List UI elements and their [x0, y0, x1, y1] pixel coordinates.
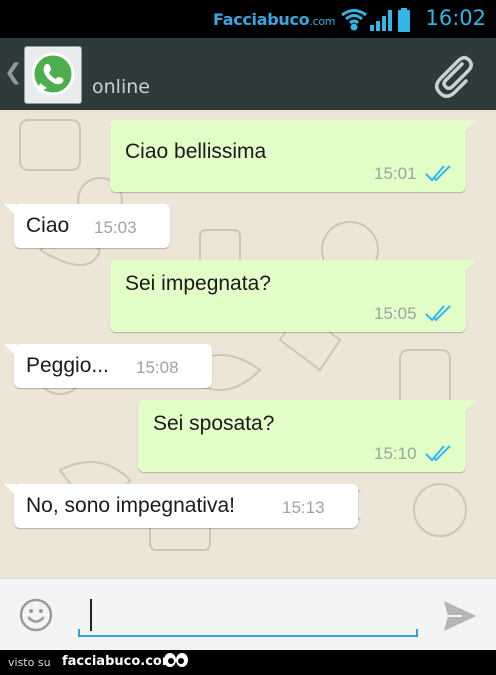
- input-underline-left: [78, 629, 80, 637]
- message-text: Ciao bellissima: [125, 140, 267, 163]
- message-time: 15:01: [374, 164, 417, 183]
- bubble-tail: [4, 344, 16, 356]
- double-check-icon: [425, 165, 451, 182]
- status-bar: Facciabuco.com 16:02: [0, 0, 496, 38]
- message-text: No, sono impegnativa!: [26, 494, 235, 517]
- whatsapp-logo-icon: [31, 52, 75, 96]
- input-underline: [78, 635, 418, 637]
- footer-site: facciabuco.com: [62, 654, 176, 669]
- message-input[interactable]: [78, 593, 418, 637]
- message-time: 15:13: [282, 498, 325, 517]
- message-text: Sei impegnata?: [125, 272, 271, 295]
- status-icons: [341, 8, 410, 32]
- watermark-tld: .com: [309, 15, 336, 28]
- message-bubble-incoming[interactable]: Peggio... 15:08: [4, 344, 212, 388]
- bubble-tail: [4, 204, 16, 216]
- back-icon[interactable]: ❮: [4, 60, 22, 85]
- action-bar: ❮ online: [0, 38, 496, 110]
- chat-area[interactable]: Ciao bellissima 15:01 Ciao 15:03 Sei imp…: [0, 110, 496, 578]
- message-bubble-incoming[interactable]: Ciao 15:03: [4, 204, 170, 248]
- bubble-tail: [464, 120, 476, 132]
- contact-avatar[interactable]: [24, 46, 82, 104]
- message-bubble-outgoing[interactable]: Sei sposata? 15:10: [138, 400, 476, 472]
- message-bubble-outgoing[interactable]: Sei impegnata? 15:05: [110, 260, 476, 332]
- message-text: Sei sposata?: [153, 412, 275, 435]
- message-time: 15:05: [374, 304, 417, 323]
- double-check-icon: [425, 305, 451, 322]
- message-time: 15:10: [374, 444, 417, 463]
- send-icon[interactable]: [442, 599, 478, 633]
- eyes-logo-icon: [164, 653, 188, 667]
- message-text: Ciao: [26, 214, 70, 237]
- wifi-icon: [341, 9, 367, 31]
- battery-icon: [398, 8, 410, 32]
- message-bubble-incoming[interactable]: No, sono impegnativa! 15:13: [4, 484, 358, 528]
- double-check-icon: [425, 445, 451, 462]
- input-bar: [0, 578, 496, 651]
- signal-icon: [370, 10, 392, 31]
- attach-icon[interactable]: [432, 54, 476, 98]
- footer-prefix: visto su: [8, 656, 51, 669]
- message-time: 15:03: [94, 218, 137, 237]
- watermark-brand: Facciabuco: [213, 10, 310, 29]
- message-time: 15:08: [136, 358, 179, 377]
- footer-watermark: visto su facciabuco.com: [0, 650, 496, 675]
- contact-status: online: [92, 76, 150, 98]
- bubble-tail: [464, 260, 476, 272]
- bubble-tail: [4, 484, 16, 496]
- text-cursor: [90, 599, 92, 631]
- clock: 16:02: [425, 6, 486, 30]
- message-bubble-outgoing[interactable]: Ciao bellissima 15:01: [110, 120, 476, 192]
- input-underline-right: [416, 629, 418, 637]
- watermark-top: Facciabuco.com: [213, 10, 335, 29]
- emoji-icon[interactable]: [18, 597, 54, 633]
- message-text: Peggio...: [26, 354, 109, 377]
- bubble-tail: [464, 400, 476, 412]
